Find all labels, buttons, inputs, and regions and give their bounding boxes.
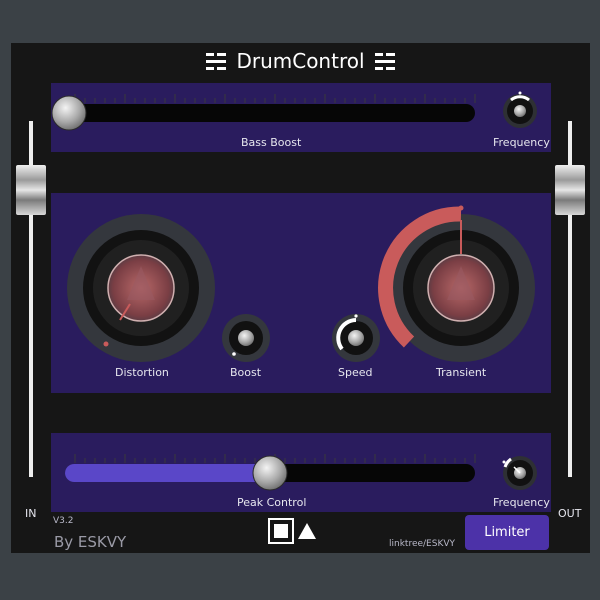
menu-right-icon [374,53,395,70]
speed-knob[interactable] [331,313,381,363]
transient-knob[interactable] [378,205,541,368]
bottom-frequency-label: Frequency [493,496,550,509]
in-label: IN [25,507,37,520]
bass-boost-label: Bass Boost [241,136,302,149]
boost-label: Boost [230,366,262,379]
limiter-button[interactable]: Limiter [465,515,549,550]
header: DrumControl [11,43,590,79]
link-label[interactable]: linktree/ESKVY [389,539,455,549]
peak-control-panel: Peak Control Frequency [51,433,551,512]
boost-knob[interactable] [221,313,271,363]
top-frequency-knob[interactable] [500,91,540,131]
peak-control-label: Peak Control [237,496,307,509]
menu-left-icon [206,53,227,70]
distortion-label: Distortion [115,366,169,379]
stop-icon[interactable] [268,518,294,544]
out-label: OUT [558,507,582,520]
version-label: V3.2 [53,516,74,526]
top-frequency-label: Frequency [493,136,550,149]
main-knobs-panel: Distortion Boost Speed Transient [51,193,551,393]
play-icon[interactable] [298,523,316,539]
bass-boost-panel: Bass Boost Frequency [51,83,551,152]
mode-icons [268,518,316,544]
page-title: DrumControl [236,49,365,73]
distortion-knob[interactable] [61,208,221,368]
out-fader-handle[interactable] [555,165,585,215]
plugin-window: DrumControl IN OUT Bass Boost Frequency … [11,43,590,553]
in-fader-handle[interactable] [16,165,46,215]
speed-label: Speed [338,366,373,379]
author-label: By ESKVY [54,533,127,551]
bottom-frequency-knob[interactable] [500,453,540,493]
transient-label: Transient [436,366,487,379]
